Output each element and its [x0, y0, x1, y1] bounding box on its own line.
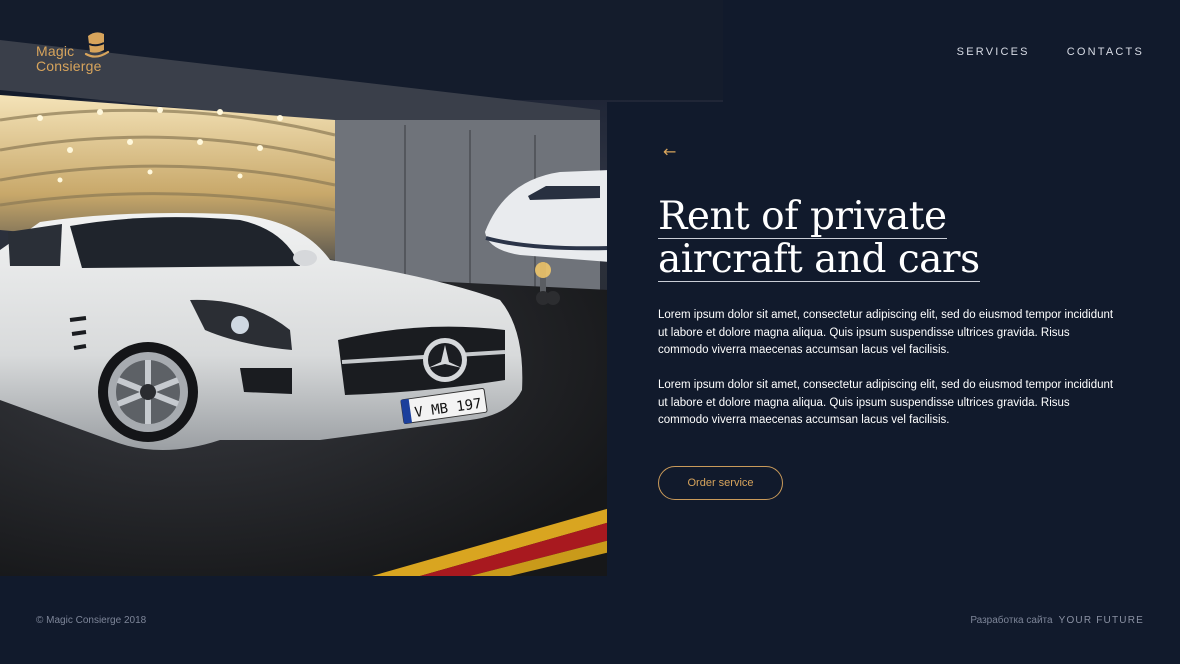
page-title: Rent of private aircraft and cars — [658, 196, 1088, 282]
content-panel: ← Rent of private aircraft and cars Lore… — [607, 102, 1180, 664]
copyright-text: © Magic Consierge 2018 — [36, 615, 147, 626]
developer-credit[interactable]: Разработка сайта YOUR FUTURE — [970, 615, 1144, 626]
description-paragraph-2: Lorem ipsum dolor sit amet, consectetur … — [658, 379, 1114, 426]
brand-logo[interactable]: Magic Consierge — [36, 30, 136, 76]
description-paragraph-1: Lorem ipsum dolor sit amet, consectetur … — [658, 309, 1114, 356]
arrow-left-icon[interactable]: ← — [663, 142, 676, 162]
nav-services-link[interactable]: SERVICES — [957, 46, 1030, 58]
page-title-line-1: Rent of private — [658, 194, 947, 239]
nav-contacts-link[interactable]: CONTACTS — [1067, 46, 1144, 58]
developer-label: Разработка сайта — [970, 615, 1053, 626]
developer-brand: YOUR FUTURE — [1058, 615, 1144, 626]
order-service-button[interactable]: Order service — [658, 466, 783, 500]
top-navigation: SERVICES CONTACTS — [957, 46, 1144, 58]
page-title-line-2: aircraft and cars — [658, 237, 980, 282]
logo-line-2: Consierge — [36, 58, 102, 74]
top-hat-icon — [84, 32, 110, 58]
